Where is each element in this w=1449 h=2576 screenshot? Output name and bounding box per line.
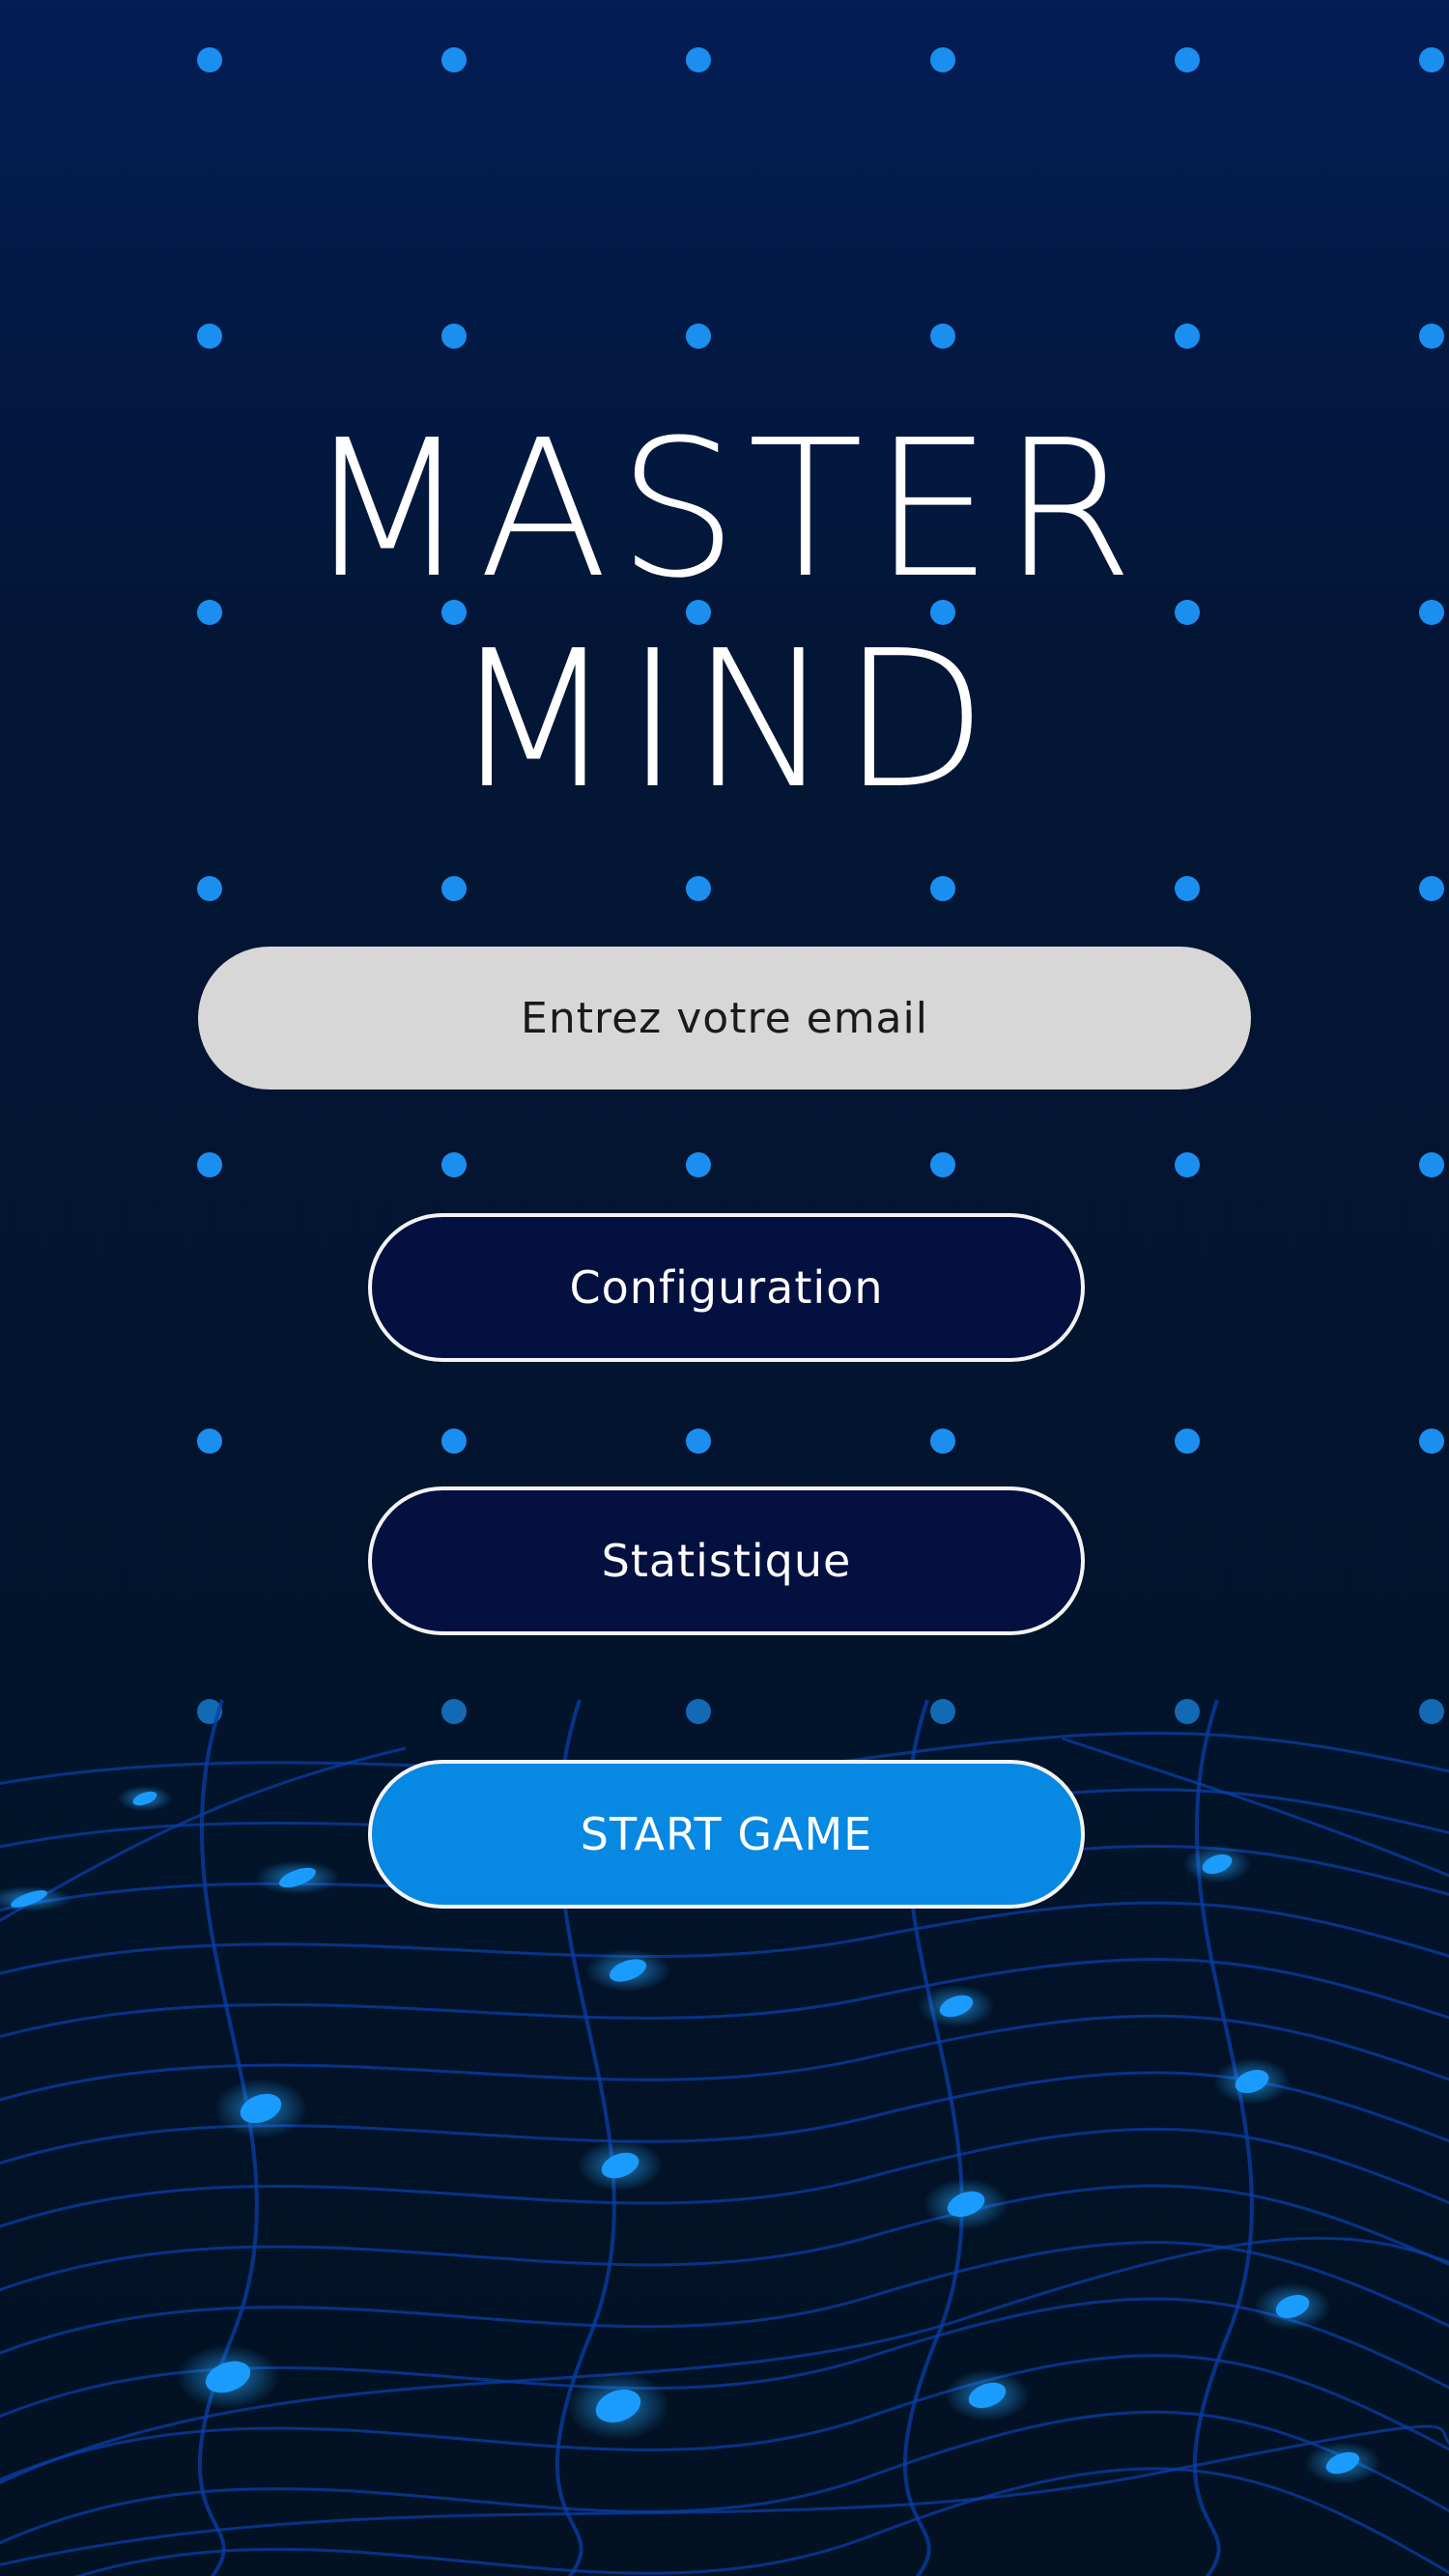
title-mind: MIND <box>451 610 998 831</box>
email-input[interactable] <box>198 947 1251 1090</box>
statistics-button[interactable]: Statistique <box>368 1486 1085 1635</box>
start-game-button[interactable]: START GAME <box>368 1760 1085 1909</box>
configuration-button-label: Configuration <box>569 1261 884 1314</box>
start-game-button-label: START GAME <box>580 1808 873 1860</box>
title-master: MASTER <box>305 400 1144 620</box>
statistics-button-label: Statistique <box>601 1535 852 1587</box>
configuration-button[interactable]: Configuration <box>368 1213 1085 1362</box>
